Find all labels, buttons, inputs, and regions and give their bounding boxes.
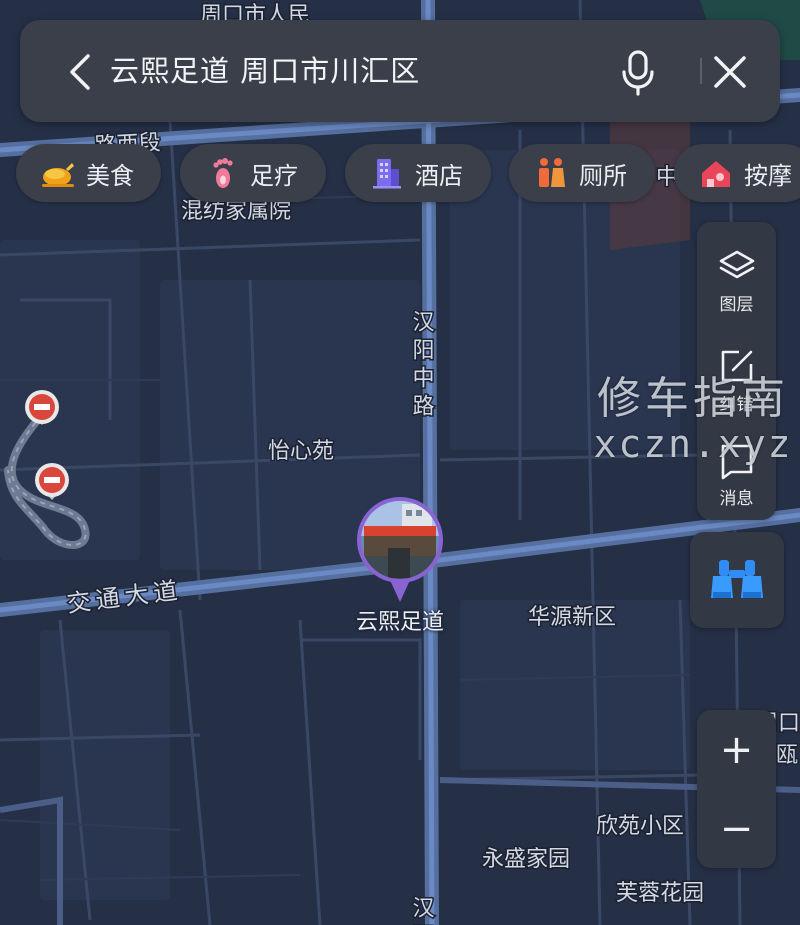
map-label-community-yongsheng: 永盛家园 <box>482 847 570 872</box>
category-chip-label: 按摩 <box>744 161 792 190</box>
search-bar-divider <box>700 58 702 84</box>
close-icon <box>714 56 746 88</box>
map-label-community-furong: 芙蓉花园 <box>616 881 704 906</box>
street-view-button[interactable] <box>690 532 784 628</box>
category-chip-massage[interactable]: 按摩 <box>674 144 800 202</box>
layers-icon <box>719 250 754 279</box>
search-bar[interactable]: 云熙足道 周口市川汇区 <box>20 20 780 122</box>
zoom-controls: + − <box>697 710 776 868</box>
selected-place-pin[interactable] <box>356 496 444 604</box>
massage-house-icon <box>698 155 734 191</box>
zoom-in-icon: + <box>719 726 754 773</box>
map-label-community-huayuan: 华源新区 <box>528 605 616 630</box>
category-chip-label: 美食 <box>86 161 134 190</box>
binoculars-icon <box>711 560 763 598</box>
back-button[interactable] <box>60 50 100 94</box>
back-arrow-icon <box>70 54 90 90</box>
clear-search-button[interactable] <box>710 52 750 92</box>
category-chip-food[interactable]: 美食 <box>16 144 161 202</box>
selected-place-label[interactable]: 云熙足道 <box>340 604 460 636</box>
zoom-out-icon: − <box>719 805 754 852</box>
voice-search-button[interactable] <box>618 48 658 96</box>
category-chip-label: 酒店 <box>415 161 463 190</box>
map-label-community-xinyuan: 欣苑小区 <box>596 814 684 839</box>
map-label-right-partial-2: 瓯 <box>776 743 798 768</box>
messages-button[interactable]: 消息 <box>697 426 776 516</box>
hotel-building-icon <box>369 155 405 191</box>
layers-button[interactable]: 图层 <box>697 232 776 322</box>
zoom-in-button[interactable]: + <box>697 710 776 789</box>
microphone-icon <box>622 50 654 96</box>
edit-pencil-icon <box>721 350 752 382</box>
roast-chicken-icon <box>40 155 76 191</box>
map-label-road-hanyang: 汉阳中路 <box>409 310 435 422</box>
category-chip-restroom[interactable]: 厕所 <box>509 144 655 202</box>
place-photo <box>361 501 439 579</box>
map-canvas[interactable]: 周口市人民 路西段 混纺家属院 怡心苑 华源新区 欣苑小区 永盛家园 芙蓉花园 … <box>0 0 800 925</box>
map-label-compound: 混纺家属院 <box>181 199 291 224</box>
category-chip-label: 足疗 <box>250 161 298 190</box>
map-tools-panel: 图层 纠错 消息 <box>697 222 776 520</box>
restroom-icon <box>533 155 569 191</box>
footprint-icon <box>204 155 240 191</box>
edit-label: 纠错 <box>719 395 754 415</box>
category-chip-foot-massage[interactable]: 足疗 <box>180 144 326 202</box>
layers-label: 图层 <box>719 295 754 315</box>
search-query[interactable]: 云熙足道 周口市川汇区 <box>110 46 420 96</box>
map-label-community-yixin: 怡心苑 <box>268 439 334 464</box>
map-label-road-hanyang-bottom: 汉阳 <box>409 896 435 925</box>
message-icon <box>721 444 752 480</box>
zoom-out-button[interactable]: − <box>697 789 776 868</box>
edit-button[interactable]: 纠错 <box>697 332 776 422</box>
messages-label: 消息 <box>719 489 754 509</box>
category-chip-label: 厕所 <box>579 161 627 190</box>
category-chip-hotel[interactable]: 酒店 <box>345 144 491 202</box>
